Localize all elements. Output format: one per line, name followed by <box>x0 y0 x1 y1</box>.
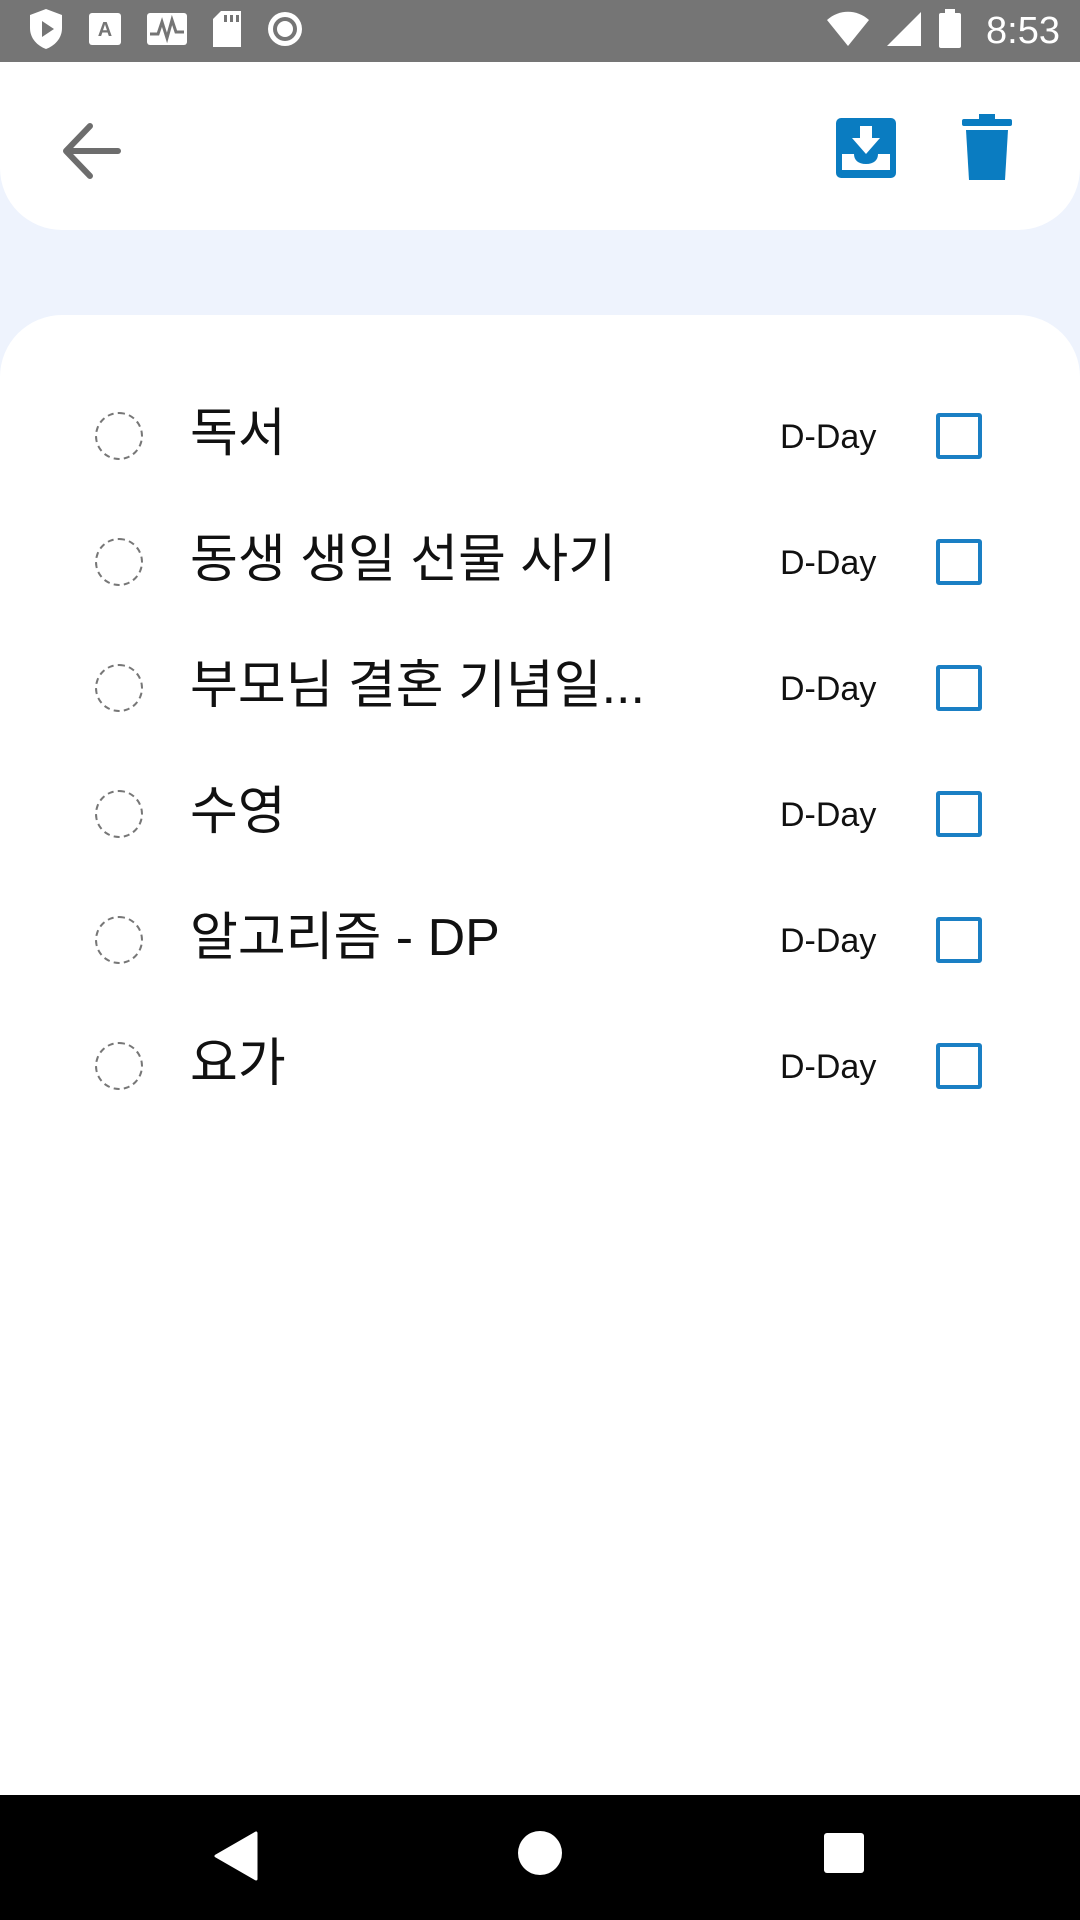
task-due-label: D-Day <box>780 1048 877 1086</box>
status-icons-left: A <box>28 8 304 55</box>
back-arrow-icon[interactable] <box>56 116 126 186</box>
trash-icon[interactable] <box>962 114 1012 182</box>
task-title: 알고리즘 - DP <box>190 909 500 967</box>
signal-icon <box>886 11 922 52</box>
task-checkbox[interactable] <box>936 665 982 711</box>
svg-text:A: A <box>98 19 112 41</box>
task-row[interactable]: 부모님 결혼 기념일... D-Day <box>0 627 1080 753</box>
task-checkbox[interactable] <box>936 413 982 459</box>
status-bar: A 8:53 <box>0 0 1080 62</box>
task-title: 동생 생일 선물 사기 <box>190 531 617 589</box>
task-status-dashed-circle-icon[interactable] <box>95 790 143 838</box>
task-status-dashed-circle-icon[interactable] <box>95 664 143 712</box>
system-nav-bar <box>0 1795 1080 1920</box>
wifi-icon <box>826 11 870 52</box>
task-row[interactable]: 수영 D-Day <box>0 753 1080 879</box>
task-checkbox[interactable] <box>936 539 982 585</box>
task-checkbox[interactable] <box>936 917 982 963</box>
task-list-card: 독서 D-Day 동생 생일 선물 사기 D-Day 부모님 결혼 기념일...… <box>0 315 1080 1795</box>
task-checkbox[interactable] <box>936 791 982 837</box>
font-icon: A <box>88 12 122 51</box>
task-checkbox[interactable] <box>936 1043 982 1089</box>
battery-icon <box>938 8 962 54</box>
activity-icon <box>146 12 188 51</box>
task-row[interactable]: 알고리즘 - DP D-Day <box>0 879 1080 1005</box>
task-title: 수영 <box>190 783 286 841</box>
sd-card-icon <box>212 10 242 53</box>
status-icons-right: 8:53 <box>826 0 1060 62</box>
task-row[interactable]: 동생 생일 선물 사기 D-Day <box>0 501 1080 627</box>
task-list: 독서 D-Day 동생 생일 선물 사기 D-Day 부모님 결혼 기념일...… <box>0 375 1080 1131</box>
play-protect-icon <box>28 8 64 55</box>
task-status-dashed-circle-icon[interactable] <box>95 538 143 586</box>
app-bar <box>0 62 1080 230</box>
nav-recents-icon[interactable] <box>824 1833 864 1873</box>
task-status-dashed-circle-icon[interactable] <box>95 412 143 460</box>
task-row[interactable]: 요가 D-Day <box>0 1005 1080 1131</box>
task-title: 부모님 결혼 기념일... <box>190 657 645 715</box>
task-due-label: D-Day <box>780 922 877 960</box>
task-due-label: D-Day <box>780 544 877 582</box>
archive-download-icon[interactable] <box>834 116 898 180</box>
task-status-dashed-circle-icon[interactable] <box>95 1042 143 1090</box>
record-icon <box>266 10 304 53</box>
nav-home-icon[interactable] <box>518 1831 562 1875</box>
task-due-label: D-Day <box>780 418 877 456</box>
status-time: 8:53 <box>986 9 1060 52</box>
nav-back-icon[interactable] <box>214 1831 258 1881</box>
task-status-dashed-circle-icon[interactable] <box>95 916 143 964</box>
task-row[interactable]: 독서 D-Day <box>0 375 1080 501</box>
task-title: 독서 <box>190 405 286 463</box>
task-title: 요가 <box>190 1035 286 1093</box>
task-due-label: D-Day <box>780 670 877 708</box>
task-due-label: D-Day <box>780 796 877 834</box>
